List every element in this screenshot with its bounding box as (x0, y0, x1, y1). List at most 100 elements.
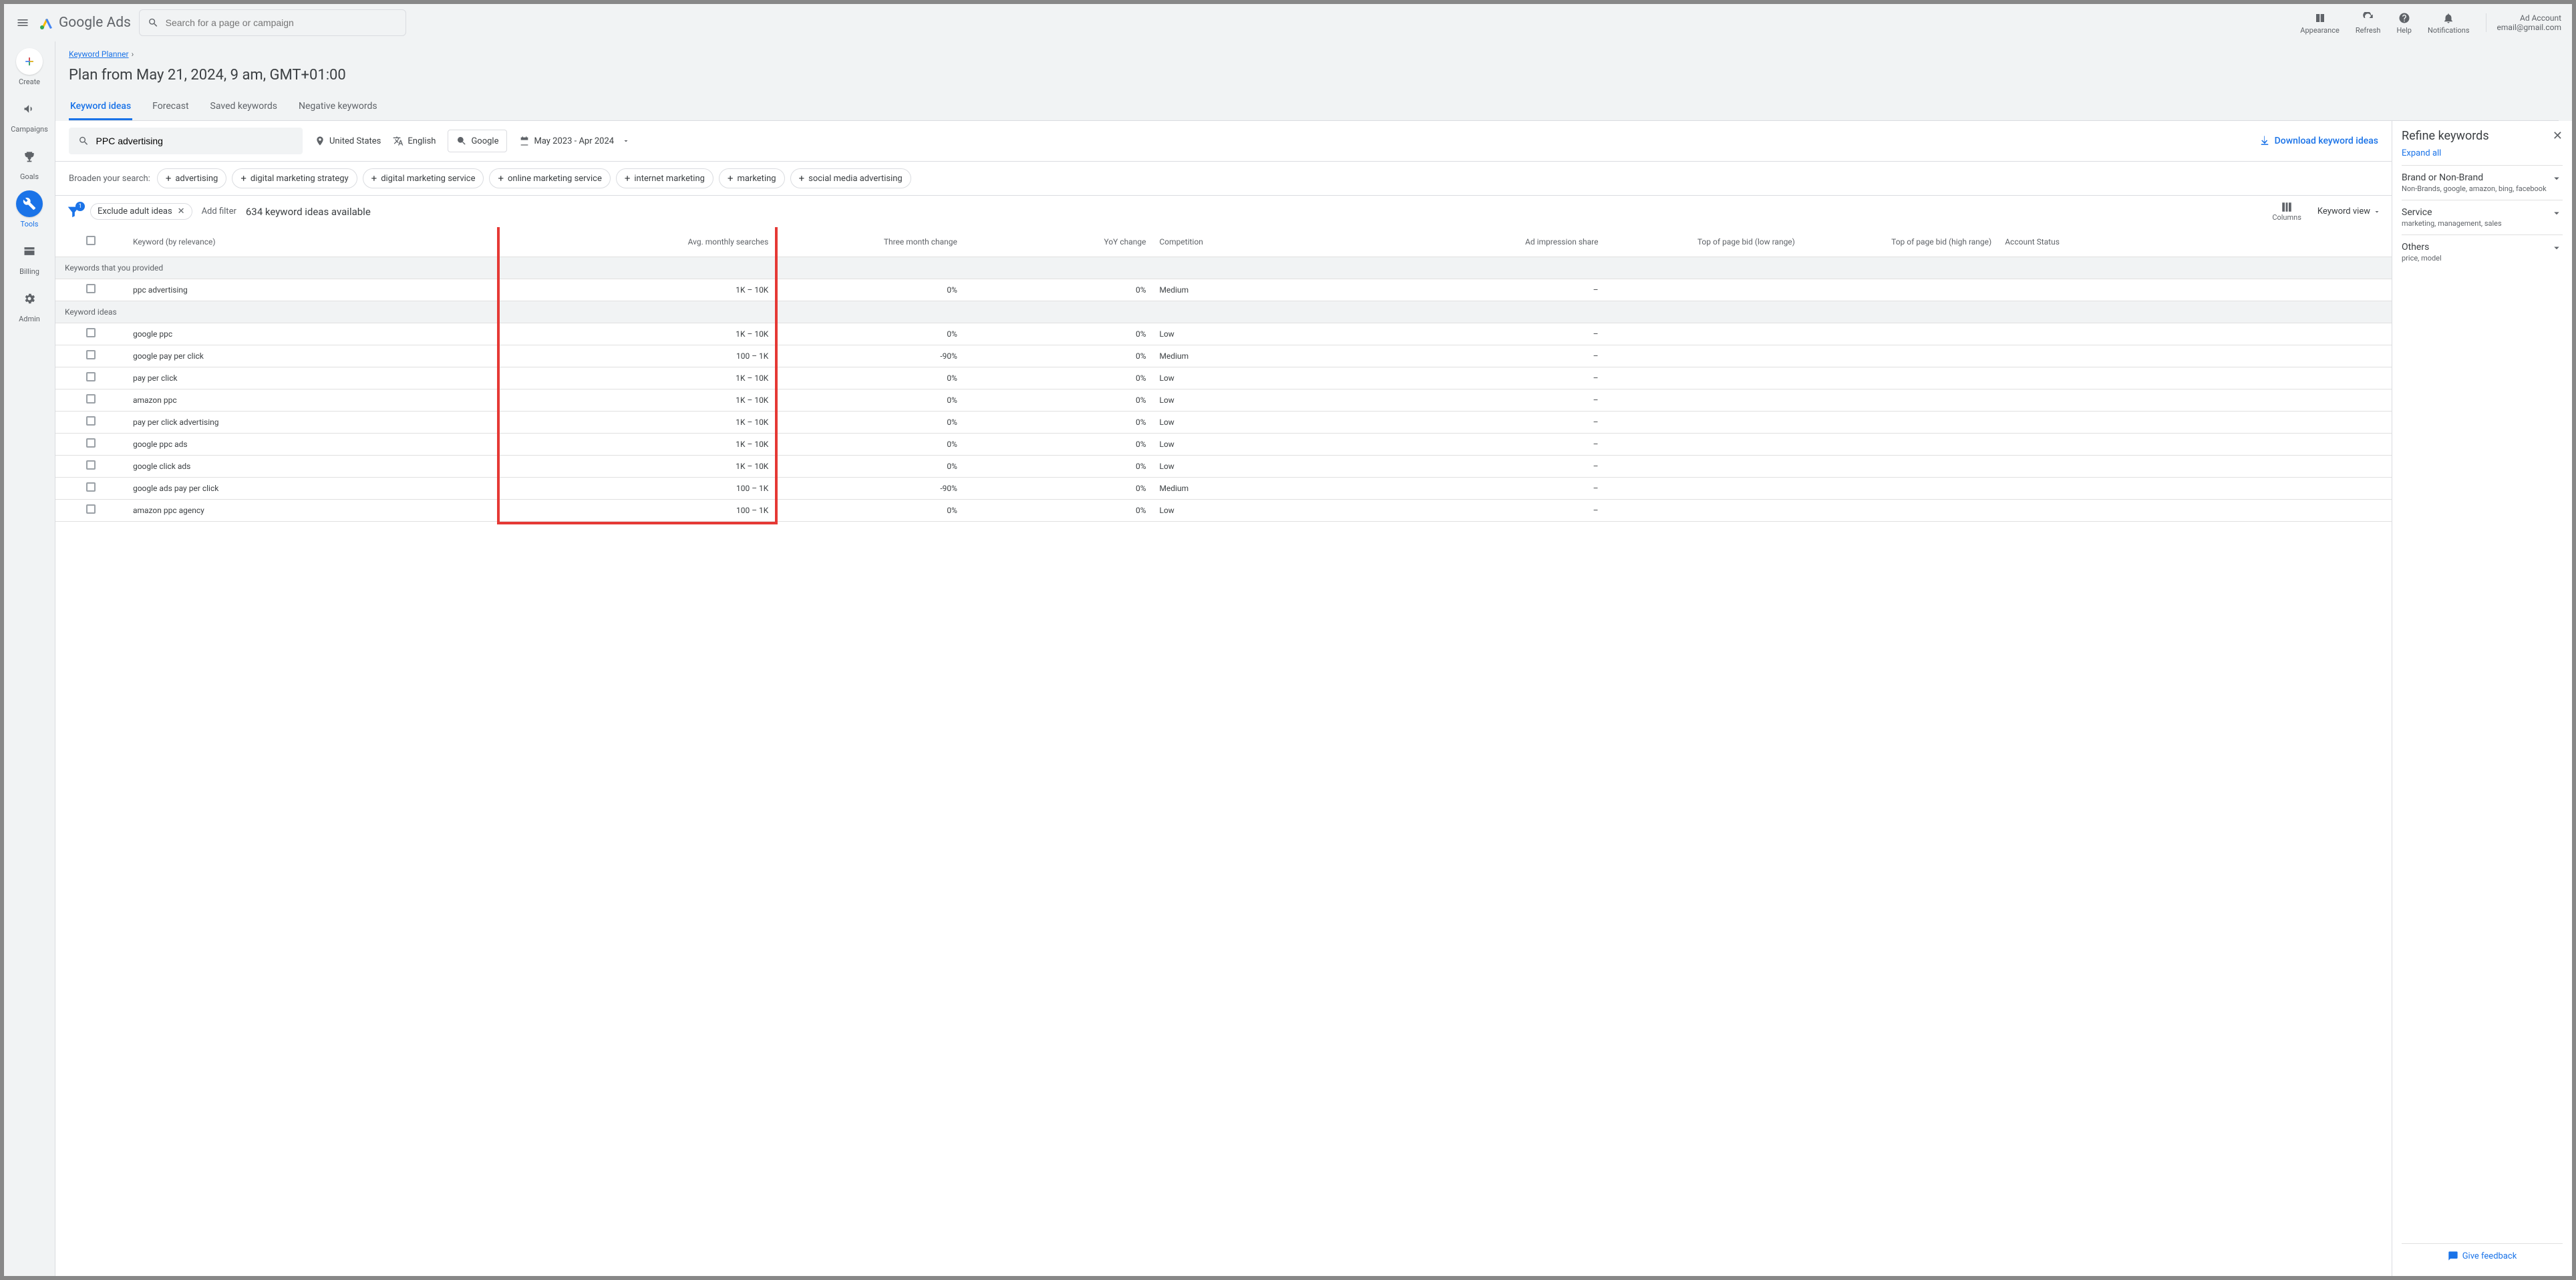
refine-panel: Refine keywords ✕ Expand all Brand or No… (2392, 121, 2572, 1276)
table-row[interactable]: google pay per click100 – 1K-90%0%Medium… (55, 345, 2392, 367)
global-search[interactable] (139, 9, 406, 36)
notifications-button[interactable]: Notifications (2428, 11, 2470, 35)
refine-group[interactable]: Othersprice, model (2402, 234, 2563, 269)
help-icon (2398, 11, 2411, 25)
col-3month[interactable]: Three month change (775, 227, 964, 257)
exclude-chip[interactable]: Exclude adult ideas ✕ (90, 203, 192, 220)
broaden-chip[interactable]: +advertising (157, 168, 227, 188)
row-checkbox[interactable] (86, 372, 96, 381)
broaden-row: Broaden your search: +advertising+digita… (55, 162, 2392, 196)
language-filter[interactable]: English (393, 136, 436, 146)
keyword-search[interactable] (69, 128, 303, 154)
close-refine-icon[interactable]: ✕ (2553, 129, 2563, 143)
table-row[interactable]: ppc advertising1K – 10K0%0%Medium– (55, 279, 2392, 301)
broaden-chip[interactable]: +social media advertising (790, 168, 911, 188)
search-icon (78, 135, 90, 147)
nav-billing[interactable]: Billing (16, 238, 43, 276)
broaden-chip[interactable]: +internet marketing (616, 168, 713, 188)
row-checkbox[interactable] (86, 394, 96, 404)
col-bid-low[interactable]: Top of page bid (low range) (1605, 227, 1802, 257)
close-icon[interactable]: ✕ (178, 206, 185, 216)
table-row[interactable]: amazon ppc1K – 10K0%0%Low– (55, 389, 2392, 411)
table-row[interactable]: pay per click1K – 10K0%0%Low– (55, 367, 2392, 389)
col-competition[interactable]: Competition (1153, 227, 1389, 257)
broaden-chip[interactable]: +marketing (719, 168, 785, 188)
trophy-icon (16, 143, 43, 170)
col-avg[interactable]: Avg. monthly searches (500, 227, 775, 257)
breadcrumb: Keyword Planner› (69, 49, 2559, 59)
table-row[interactable]: google ads pay per click100 – 1K-90%0%Me… (55, 477, 2392, 499)
row-checkbox[interactable] (86, 460, 96, 470)
nav-admin[interactable]: Admin (16, 285, 43, 323)
nav-create[interactable]: Create (16, 48, 43, 86)
network-filter[interactable]: Google (448, 130, 507, 152)
row-checkbox[interactable] (86, 438, 96, 448)
breadcrumb-parent[interactable]: Keyword Planner (69, 49, 129, 59)
table-controls: 1 Exclude adult ideas ✕ Add filter 634 k… (55, 196, 2392, 227)
refresh-icon (2362, 11, 2375, 25)
refresh-button[interactable]: Refresh (2356, 11, 2381, 35)
nav-campaigns[interactable]: Campaigns (11, 96, 48, 134)
filter-funnel-icon[interactable]: 1 (66, 204, 81, 219)
network-icon (456, 136, 467, 146)
row-checkbox[interactable] (86, 482, 96, 492)
appearance-button[interactable]: Appearance (2300, 11, 2340, 35)
row-checkbox[interactable] (86, 504, 96, 514)
location-filter[interactable]: United States (315, 136, 381, 146)
row-checkbox[interactable] (86, 328, 96, 337)
topbar: Google Ads Appearance Refresh Help Notif… (4, 4, 2572, 41)
tab-keyword-ideas[interactable]: Keyword ideas (69, 94, 132, 120)
account-info[interactable]: Ad Account email@gmail.com (2486, 13, 2561, 32)
table-row[interactable]: google ppc1K – 10K0%0%Low– (55, 323, 2392, 345)
language-icon (393, 136, 404, 146)
download-icon (2259, 135, 2271, 147)
col-impression[interactable]: Ad impression share (1389, 227, 1605, 257)
col-yoy[interactable]: YoY change (964, 227, 1153, 257)
give-feedback-link[interactable]: Give feedback (2402, 1243, 2563, 1268)
expand-all-link[interactable]: Expand all (2402, 148, 2563, 158)
broaden-chip[interactable]: +digital marketing strategy (232, 168, 357, 188)
google-ads-icon (39, 15, 55, 31)
section-header: Keywords that you provided (55, 257, 2392, 279)
row-checkbox[interactable] (86, 350, 96, 359)
nav-goals[interactable]: Goals (16, 143, 43, 181)
broaden-chip[interactable]: +digital marketing service (363, 168, 484, 188)
table-row[interactable]: pay per click advertising1K – 10K0%0%Low… (55, 411, 2392, 433)
select-all-checkbox[interactable] (86, 236, 96, 245)
section-header: Keyword ideas (55, 301, 2392, 323)
chevron-down-icon (2551, 172, 2563, 184)
megaphone-icon (16, 96, 43, 122)
table-row[interactable]: amazon ppc agency100 – 1K0%0%Low– (55, 499, 2392, 521)
add-filter-button[interactable]: Add filter (202, 206, 236, 216)
help-button[interactable]: Help (2396, 11, 2412, 35)
filter-bar: United States English Google May 20 (55, 121, 2392, 162)
ideas-count: 634 keyword ideas available (246, 206, 371, 218)
logo[interactable]: Google Ads (39, 15, 131, 31)
refine-group[interactable]: Brand or Non-BrandNon-Brands, google, am… (2402, 165, 2563, 200)
dropdown-icon (2373, 208, 2381, 216)
col-account[interactable]: Account Status (1998, 227, 2392, 257)
chevron-down-icon (2551, 242, 2563, 254)
logo-text: Google Ads (59, 15, 131, 31)
global-search-input[interactable] (166, 17, 397, 28)
keyword-search-input[interactable] (96, 136, 293, 146)
col-bid-high[interactable]: Top of page bid (high range) (1802, 227, 1998, 257)
nav-tools[interactable]: Tools (16, 190, 43, 228)
tab-forecast[interactable]: Forecast (151, 94, 190, 120)
filter-count-badge: 1 (75, 202, 85, 211)
row-checkbox[interactable] (86, 416, 96, 426)
table-row[interactable]: google ppc ads1K – 10K0%0%Low– (55, 433, 2392, 455)
tab-negative-keywords[interactable]: Negative keywords (297, 94, 379, 120)
pin-icon (315, 136, 325, 146)
broaden-chip[interactable]: +online marketing service (489, 168, 610, 188)
download-button[interactable]: Download keyword ideas (2259, 135, 2378, 147)
tab-saved-keywords[interactable]: Saved keywords (209, 94, 279, 120)
view-dropdown[interactable]: Keyword view (2317, 206, 2381, 216)
row-checkbox[interactable] (86, 284, 96, 293)
table-row[interactable]: google click ads1K – 10K0%0%Low– (55, 455, 2392, 477)
col-keyword[interactable]: Keyword (by relevance) (126, 227, 500, 257)
hamburger-icon[interactable] (15, 15, 31, 31)
daterange-filter[interactable]: May 2023 - Apr 2024 (519, 136, 630, 146)
columns-button[interactable]: Columns (2272, 201, 2301, 222)
refine-group[interactable]: Servicemarketing, management, sales (2402, 200, 2563, 234)
